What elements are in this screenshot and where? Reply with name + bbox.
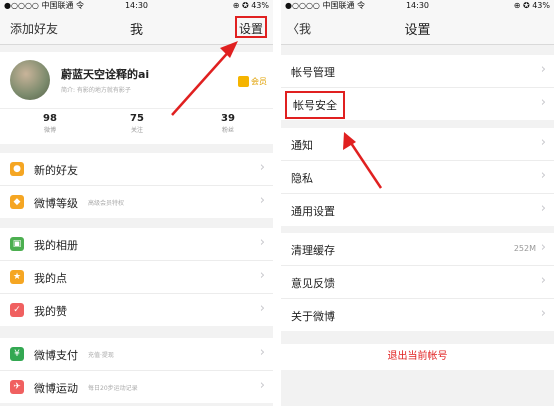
annotation-arrow: [343, 132, 383, 189]
settings-screen: ●○○○○ 中国联通 令 14:30 ⊕ ✪ 43% 〈我 设置 帐号管理 › …: [281, 0, 554, 406]
me-screen: ●○○○○ 中国联通 令 14:30 ⊕ ✪ 43% 添加好友 我 设置 蔚蓝天…: [0, 0, 273, 406]
annotation-arrow: [171, 41, 238, 116]
